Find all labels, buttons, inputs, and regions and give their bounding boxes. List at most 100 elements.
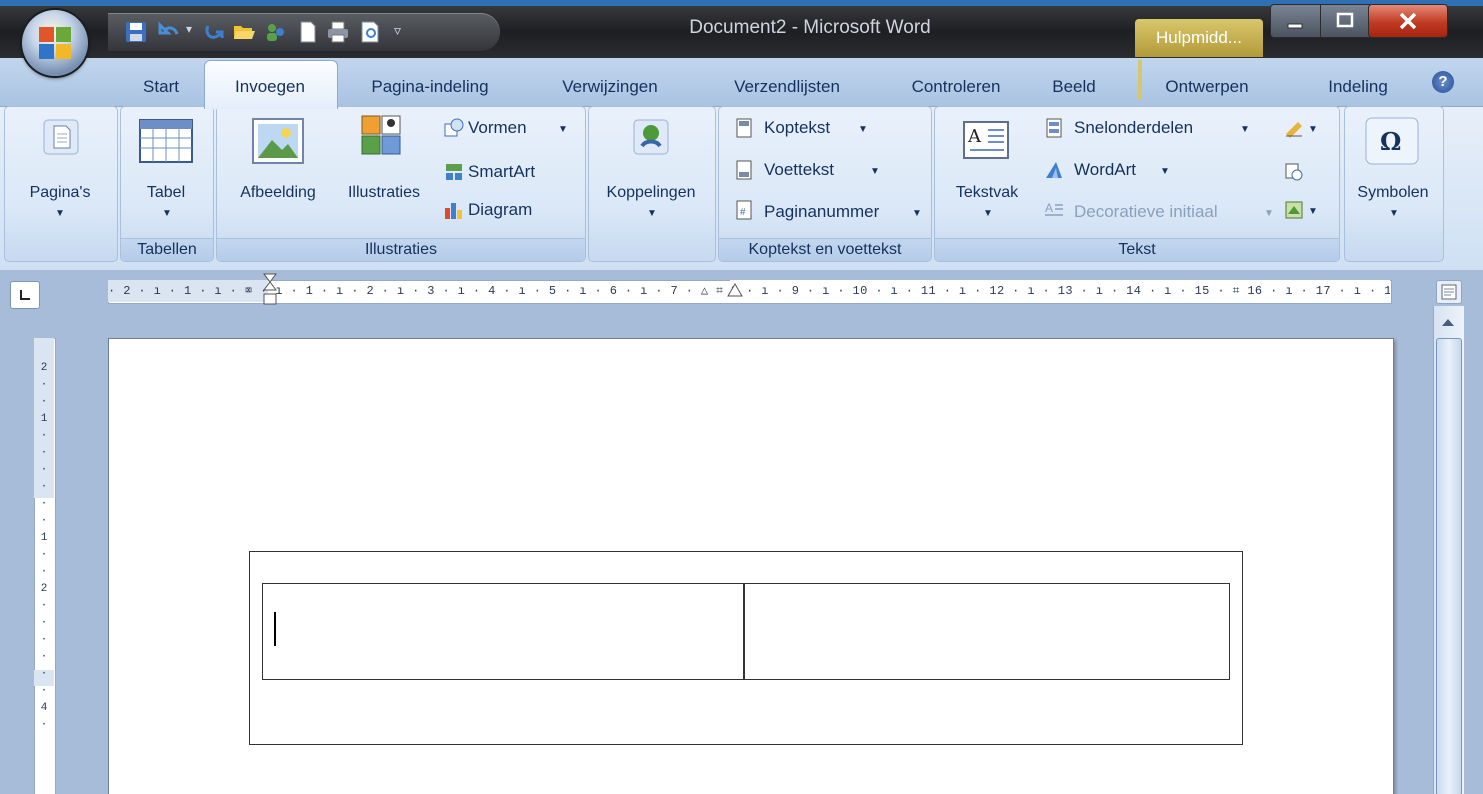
illustraties-button[interactable]: Illustraties — [334, 112, 434, 230]
minimize-button[interactable] — [1270, 4, 1322, 38]
footer-icon — [736, 160, 752, 180]
voettekst-dropdown-icon: ▼ — [870, 166, 880, 177]
office-button[interactable] — [22, 10, 88, 76]
print-preview-icon[interactable] — [358, 20, 382, 44]
vruler-label: · — [40, 515, 48, 527]
shapes-icon — [444, 118, 464, 137]
scroll-up-icon[interactable] — [1436, 310, 1460, 334]
symbolen-button[interactable]: Ω Symbolen ▼ — [1346, 112, 1440, 252]
svg-text:A: A — [967, 126, 982, 147]
word-window: ▾ ▿ Document2 - Microsoft Word Hulpmidd.… — [0, 0, 1483, 794]
vruler-label: · — [40, 668, 48, 680]
signature-dropdown-icon: ▼ — [1308, 124, 1318, 135]
wordart-dropdown-icon: ▼ — [1160, 166, 1170, 177]
scrollbar-thumb[interactable] — [1436, 338, 1462, 794]
right-indent-marker-icon[interactable] — [726, 278, 744, 306]
window-right-edge — [1465, 270, 1483, 794]
tab-controleren[interactable]: Controleren — [886, 70, 1026, 104]
vruler-label: · — [40, 617, 48, 629]
paginanummer-label: Paginanummer — [764, 202, 880, 221]
window-title: Document2 - Microsoft Word — [689, 17, 931, 38]
vruler-label: · — [40, 651, 48, 663]
clipart-icon — [361, 115, 401, 155]
snelonderdelen-label: Snelonderdelen — [1074, 118, 1194, 137]
svg-text:#: # — [740, 207, 746, 218]
wordart-label: WordArt — [1074, 160, 1137, 179]
indent-marker-icon[interactable] — [262, 272, 278, 312]
tab-start[interactable]: Start — [126, 70, 196, 104]
print-icon[interactable] — [326, 20, 350, 44]
tab-verzendlijsten[interactable]: Verzendlijsten — [712, 70, 862, 104]
maximize-icon — [1336, 12, 1354, 28]
vruler-label: · — [40, 447, 48, 459]
tab-indeling[interactable]: Indeling — [1298, 70, 1418, 104]
voettekst-button[interactable]: Voettekst ▼ — [734, 158, 924, 188]
redo-icon[interactable] — [202, 20, 226, 44]
left-tab-stop-icon — [20, 290, 30, 300]
table-cell-1[interactable] — [264, 585, 742, 677]
tab-pagina-indeling[interactable]: Pagina-indeling — [350, 70, 510, 104]
tab-ontwerpen[interactable]: Ontwerpen — [1142, 70, 1272, 104]
vormen-dropdown-icon: ▼ — [558, 124, 568, 135]
smartart-label: SmartArt — [468, 162, 536, 181]
decoratieve-dropdown-icon: ▼ — [1264, 208, 1274, 219]
new-document-icon[interactable] — [296, 20, 320, 44]
page-number-icon: # — [736, 200, 752, 220]
decoratieve-initiaal-label: Decoratieve initiaal — [1074, 202, 1218, 221]
customize-qat-icon[interactable]: ▿ — [394, 22, 401, 39]
snelonderdelen-dropdown-icon: ▼ — [1240, 124, 1250, 135]
group-label-koptekst: Koptekst en voettekst — [719, 238, 931, 261]
afbeelding-button[interactable]: Afbeelding — [222, 112, 334, 230]
vruler-label: 1 — [40, 532, 48, 544]
paginas-button[interactable]: Pagina's ▼ — [6, 112, 114, 252]
maximize-button[interactable] — [1320, 4, 1370, 38]
view-ruler-button[interactable] — [1436, 280, 1462, 304]
table-cell-2[interactable] — [746, 585, 1226, 677]
close-button[interactable] — [1368, 4, 1448, 38]
diagram-button[interactable]: Diagram — [444, 196, 580, 226]
vormen-button[interactable]: Vormen ▼ — [444, 114, 580, 144]
koptekst-button[interactable]: Koptekst ▼ — [734, 116, 924, 146]
save-icon[interactable] — [124, 20, 148, 44]
textbox-icon: A — [963, 121, 1009, 159]
open-folder-icon[interactable] — [232, 20, 256, 44]
group-label-tabellen: Tabellen — [121, 238, 213, 261]
people-icon[interactable] — [264, 20, 288, 44]
object-dropdown-icon: ▼ — [1308, 206, 1318, 217]
smartart-button[interactable]: SmartArt — [444, 158, 580, 188]
tekstvak-dropdown-icon: ▼ — [983, 208, 993, 219]
title-bar-top-edge — [0, 0, 1483, 6]
vruler-label: · — [40, 685, 48, 697]
table-cell-divider — [743, 583, 745, 679]
wordart-icon — [1046, 162, 1062, 178]
koppelingen-button[interactable]: Koppelingen ▼ — [592, 112, 710, 252]
tekstvak-button[interactable]: A Tekstvak ▼ — [938, 112, 1036, 252]
paginanummer-button[interactable]: # Paginanummer ▼ — [734, 196, 926, 226]
omega-icon: Ω — [1365, 117, 1419, 165]
office-logo-icon — [39, 27, 71, 59]
undo-dropdown-icon[interactable]: ▾ — [186, 22, 192, 36]
tabel-button[interactable]: Tabel ▼ — [124, 112, 208, 230]
help-icon[interactable]: ? — [1432, 71, 1454, 93]
koppelingen-dropdown-icon: ▼ — [647, 208, 657, 219]
wordart-button[interactable]: WordArt ▼ — [1042, 156, 1268, 186]
paginas-label: Pagina's — [29, 184, 91, 201]
ruler-toggle-icon — [1441, 284, 1457, 300]
tab-verwijzingen[interactable]: Verwijzingen — [520, 70, 700, 104]
chart-icon — [445, 203, 462, 219]
koptekst-label: Koptekst — [764, 118, 831, 137]
tab-beeld[interactable]: Beeld — [1034, 70, 1114, 104]
close-icon — [1399, 12, 1417, 30]
tab-invoegen[interactable]: Invoegen — [210, 70, 330, 104]
tab-selector-button[interactable] — [10, 281, 40, 309]
undo-icon[interactable] — [158, 20, 182, 44]
snelonderdelen-button[interactable]: Snelonderdelen ▼ — [1042, 114, 1268, 144]
signature-line-button[interactable]: ▼ — [1284, 114, 1324, 144]
date-time-button[interactable] — [1284, 158, 1314, 188]
object-button[interactable]: ▼ — [1284, 196, 1324, 226]
vruler-label: · — [40, 396, 48, 408]
vruler-label: 2 — [40, 583, 48, 595]
dropcap-icon: A — [1045, 201, 1063, 216]
group-label-illustraties: Illustraties — [217, 238, 585, 261]
decoratieve-initiaal-button[interactable]: A Decoratieve initiaal ▼ — [1042, 196, 1278, 226]
